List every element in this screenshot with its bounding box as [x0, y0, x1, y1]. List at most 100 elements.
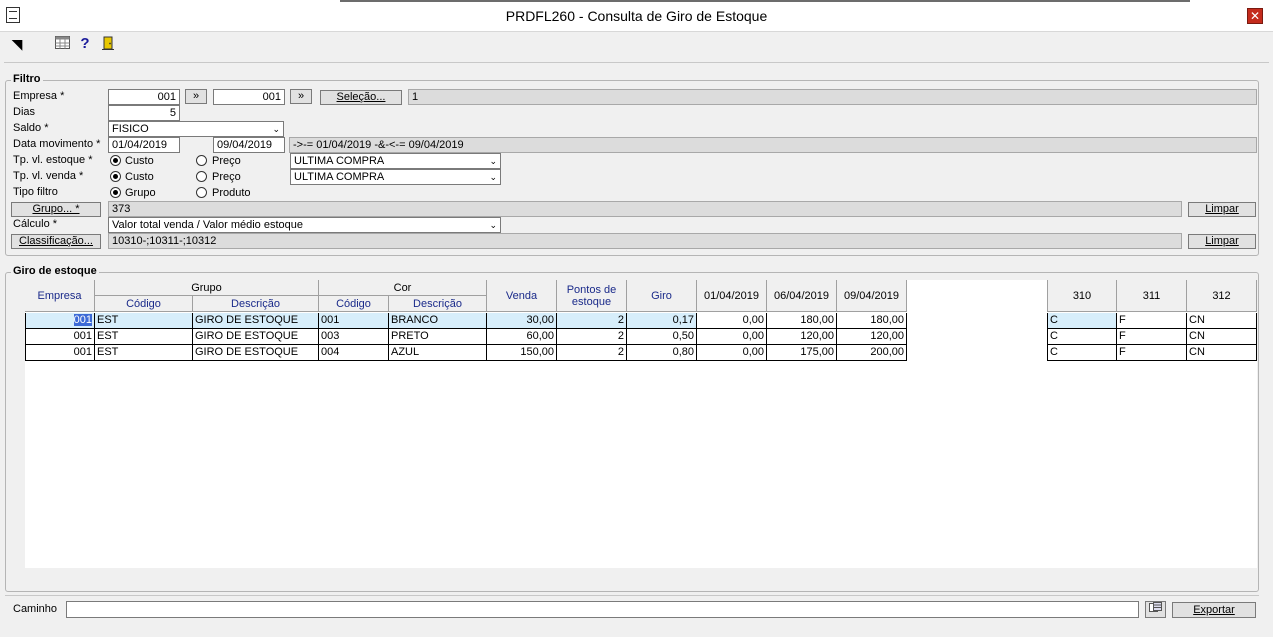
tipo-filtro-grupo-label: Grupo	[125, 187, 156, 199]
header-empresa[interactable]: Empresa	[25, 280, 95, 312]
classificacao-limpar-button[interactable]: Limpar	[1188, 234, 1256, 249]
empresa-from-input[interactable]: 001	[108, 89, 180, 105]
tp-vl-venda-preco-radio[interactable]	[196, 171, 207, 182]
data-movimento-expression: ->-= 01/04/2019 -&-<-= 09/04/2019	[289, 137, 1257, 153]
tp-vl-venda-custo-radio[interactable]	[110, 171, 121, 182]
cell-empresa[interactable]: 001	[25, 313, 95, 329]
cell-pontos-estoque[interactable]: 2	[557, 345, 627, 361]
cell-310[interactable]: C	[1047, 329, 1117, 345]
header-cor[interactable]: Cor	[319, 280, 487, 296]
data-movimento-from-input[interactable]: 01/04/2019	[108, 137, 180, 153]
cell-310[interactable]: C	[1047, 345, 1117, 361]
tipo-filtro-produto-radio[interactable]	[196, 187, 207, 198]
cell-date-1[interactable]: 0,00	[697, 329, 767, 345]
cell-venda[interactable]: 30,00	[487, 313, 557, 329]
cell-grupo-codigo[interactable]: EST	[95, 345, 193, 361]
cell-grupo-descricao[interactable]: GIRO DE ESTOQUE	[193, 313, 319, 329]
cell-cor-descricao[interactable]: AZUL	[389, 345, 487, 361]
header-grupo[interactable]: Grupo	[95, 280, 319, 296]
dias-input[interactable]: 5	[108, 105, 180, 121]
giro-grid[interactable]: Empresa Grupo Código Descrição Cor Códig…	[25, 280, 1257, 568]
header-date-3[interactable]: 09/04/2019	[837, 280, 907, 312]
grupo-button[interactable]: Grupo... *	[11, 202, 101, 217]
cell-venda[interactable]: 60,00	[487, 329, 557, 345]
classificacao-button[interactable]: Classificação...	[11, 234, 101, 249]
tp-vl-estoque-preco-radio[interactable]	[196, 155, 207, 166]
cell-cor-codigo[interactable]: 001	[319, 313, 389, 329]
header-giro[interactable]: Giro	[627, 280, 697, 312]
cell-311[interactable]: F	[1117, 329, 1187, 345]
cell-312[interactable]: CN	[1187, 313, 1257, 329]
empresa-to-input[interactable]: 001	[213, 89, 285, 105]
tp-vl-venda-preco-label: Preço	[212, 171, 241, 183]
cell-cor-descricao[interactable]: BRANCO	[389, 313, 487, 329]
caminho-label: Caminho	[13, 603, 58, 615]
header-date-2[interactable]: 06/04/2019	[767, 280, 837, 312]
header-pontos-estoque[interactable]: Pontos de estoque	[557, 280, 627, 312]
cell-date-2[interactable]: 180,00	[767, 313, 837, 329]
exportar-button[interactable]: Exportar	[1172, 602, 1256, 618]
chevron-down-icon: ⌄	[489, 220, 497, 230]
tipo-filtro-grupo-radio[interactable]	[110, 187, 121, 198]
tp-vl-estoque-select[interactable]: ULTIMA COMPRA ⌄	[290, 153, 501, 169]
empresa-from-lookup-button[interactable]: »	[185, 89, 207, 104]
calendar-grid-icon[interactable]	[54, 36, 70, 52]
browse-folder-button[interactable]	[1145, 601, 1166, 618]
saldo-select[interactable]: FISICO ⌄	[108, 121, 284, 137]
tp-vl-estoque-custo-radio[interactable]	[110, 155, 121, 166]
cell-312[interactable]: CN	[1187, 329, 1257, 345]
cell-312[interactable]: CN	[1187, 345, 1257, 361]
cell-date-2[interactable]: 175,00	[767, 345, 837, 361]
tp-vl-estoque-preco-label: Preço	[212, 155, 241, 167]
cell-venda[interactable]: 150,00	[487, 345, 557, 361]
cell-date-3[interactable]: 200,00	[837, 345, 907, 361]
caminho-input[interactable]	[66, 601, 1139, 618]
help-icon[interactable]: ?	[77, 36, 93, 52]
header-cor-descricao[interactable]: Descrição	[389, 296, 487, 312]
cell-date-1[interactable]: 0,00	[697, 313, 767, 329]
cell-310[interactable]: C	[1047, 313, 1117, 329]
header-310[interactable]: 310	[1047, 280, 1117, 312]
empresa-to-lookup-button[interactable]: »	[290, 89, 312, 104]
cell-cor-codigo[interactable]: 004	[319, 345, 389, 361]
cell-grupo-descricao[interactable]: GIRO DE ESTOQUE	[193, 345, 319, 361]
grupo-limpar-button[interactable]: Limpar	[1188, 202, 1256, 217]
header-311[interactable]: 311	[1117, 280, 1187, 312]
cell-pontos-estoque[interactable]: 2	[557, 313, 627, 329]
cell-311[interactable]: F	[1117, 313, 1187, 329]
exit-door-icon[interactable]	[100, 36, 116, 52]
header-cor-codigo[interactable]: Código	[319, 296, 389, 312]
title-bar: PRDFL260 - Consulta de Giro de Estoque ✕	[0, 0, 1273, 32]
header-venda[interactable]: Venda	[487, 280, 557, 312]
cell-311[interactable]: F	[1117, 345, 1187, 361]
cell-cor-codigo[interactable]: 003	[319, 329, 389, 345]
cell-pontos-estoque[interactable]: 2	[557, 329, 627, 345]
calculo-select[interactable]: Valor total venda / Valor médio estoque …	[108, 217, 501, 233]
cell-giro[interactable]: 0,80	[627, 345, 697, 361]
cell-grupo-codigo[interactable]: EST	[95, 313, 193, 329]
cell-empresa[interactable]: 001	[25, 345, 95, 361]
pointer-icon[interactable]: ◥	[9, 36, 25, 52]
data-movimento-to-input[interactable]: 09/04/2019	[213, 137, 285, 153]
header-date-1[interactable]: 01/04/2019	[697, 280, 767, 312]
classificacao-value: 10310-;10311-;10312	[108, 233, 1182, 249]
cell-date-2-text: 175,00	[800, 346, 834, 358]
tp-vl-venda-select[interactable]: ULTIMA COMPRA ⌄	[290, 169, 501, 185]
calculo-label: Cálculo *	[13, 218, 58, 230]
cell-cor-descricao[interactable]: PRETO	[389, 329, 487, 345]
cell-date-3[interactable]: 180,00	[837, 313, 907, 329]
header-grupo-descricao[interactable]: Descrição	[193, 296, 319, 312]
cell-grupo-codigo[interactable]: EST	[95, 329, 193, 345]
close-button[interactable]: ✕	[1247, 8, 1263, 24]
cell-date-2-text: 120,00	[800, 330, 834, 342]
header-grupo-codigo[interactable]: Código	[95, 296, 193, 312]
cell-grupo-descricao[interactable]: GIRO DE ESTOQUE	[193, 329, 319, 345]
cell-giro[interactable]: 0,50	[627, 329, 697, 345]
cell-empresa[interactable]: 001	[25, 329, 95, 345]
header-312[interactable]: 312	[1187, 280, 1257, 312]
cell-date-1[interactable]: 0,00	[697, 345, 767, 361]
cell-date-2[interactable]: 120,00	[767, 329, 837, 345]
cell-date-3[interactable]: 120,00	[837, 329, 907, 345]
cell-giro[interactable]: 0,17	[627, 313, 697, 329]
selecao-button[interactable]: Seleção...	[320, 90, 402, 105]
